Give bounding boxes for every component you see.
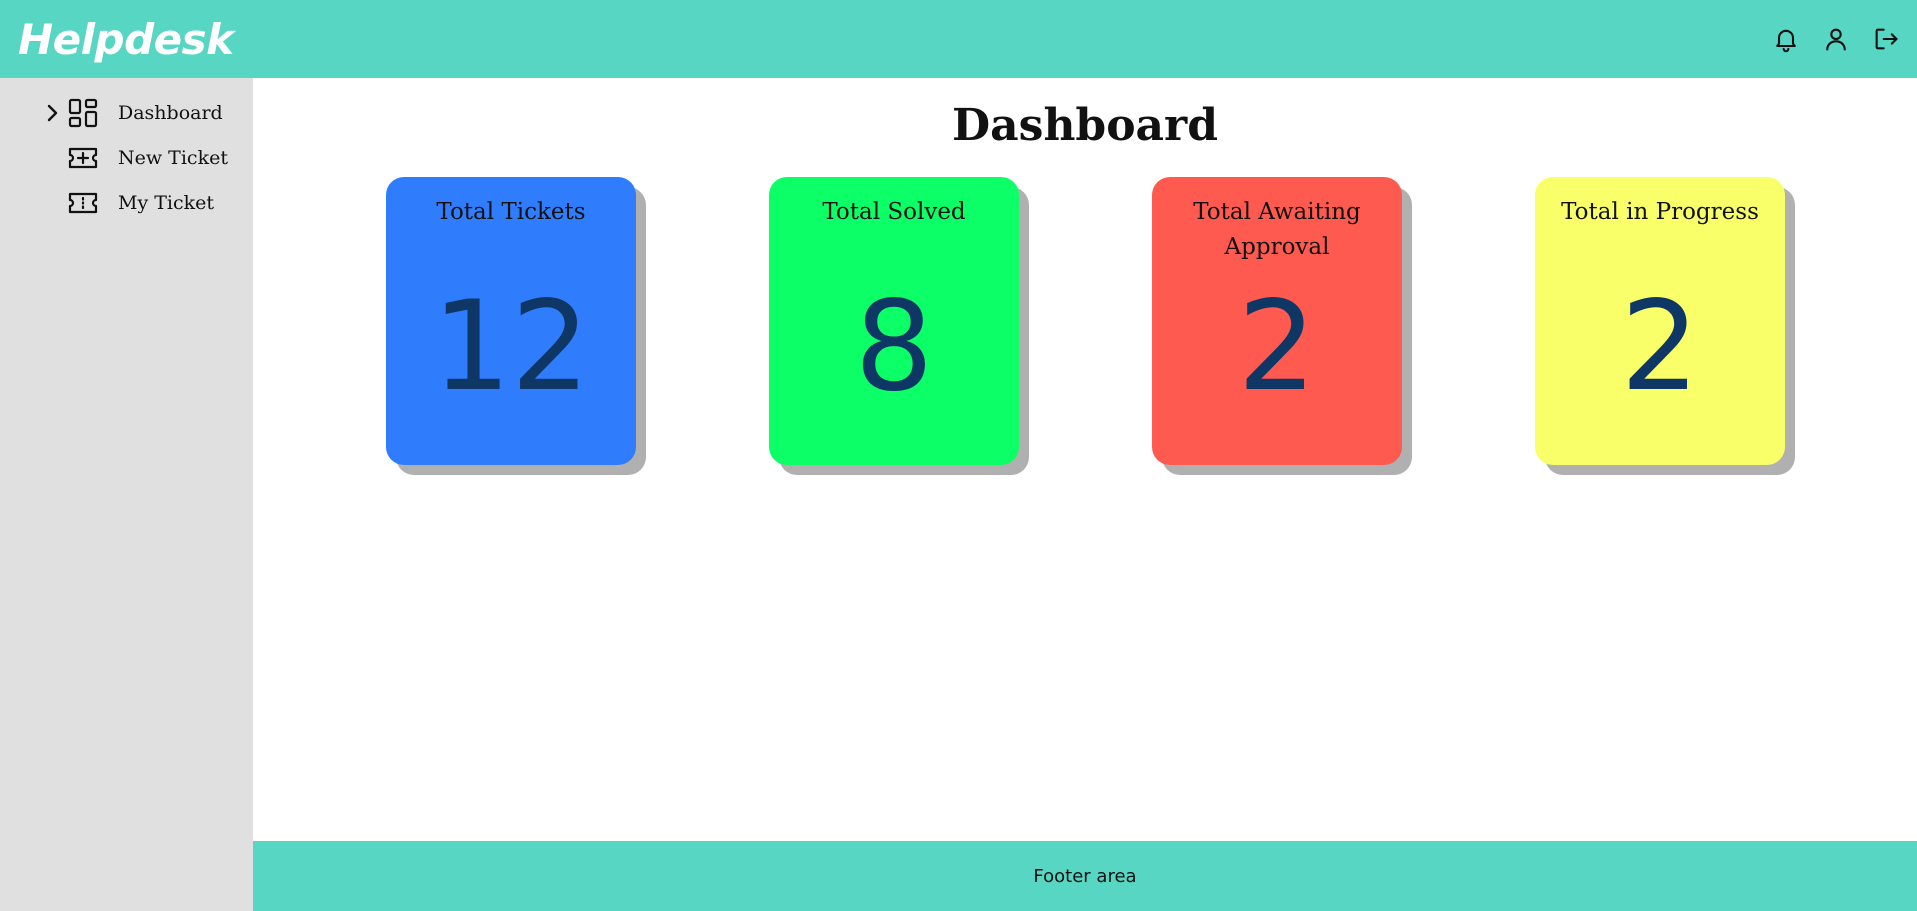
footer-text: Footer area — [1033, 865, 1137, 887]
ticket-icon — [68, 192, 98, 214]
top-navbar: Helpdesk — [0, 0, 1917, 78]
user-icon[interactable] — [1821, 24, 1851, 54]
sidebar: Dashboard New Ticket My Ticket — [0, 78, 253, 911]
card-title: Total Tickets — [436, 199, 586, 225]
card-title: Total in Progress — [1561, 199, 1759, 225]
card-value: 2 — [1620, 275, 1700, 419]
total-solved-card[interactable]: Total Solved 8 — [769, 177, 1019, 465]
chevron-right-icon — [47, 104, 58, 122]
footer: Footer area — [253, 841, 1917, 911]
sidebar-item-label: My Ticket — [118, 192, 215, 214]
total-in-progress-card[interactable]: Total in Progress 2 — [1535, 177, 1785, 465]
sidebar-item-dashboard[interactable]: Dashboard — [0, 93, 253, 133]
sidebar-item-label: Dashboard — [118, 102, 223, 124]
sidebar-item-new-ticket[interactable]: New Ticket — [0, 138, 253, 178]
card-title: Total Awaiting Approval — [1193, 199, 1361, 260]
header-actions — [1771, 24, 1917, 54]
total-awaiting-approval-card[interactable]: Total Awaiting Approval 2 — [1152, 177, 1402, 465]
card-value: 2 — [1237, 275, 1317, 419]
card-value: 12 — [432, 275, 590, 419]
card-value: 8 — [854, 275, 934, 419]
sidebar-item-my-ticket[interactable]: My Ticket — [0, 183, 253, 223]
total-tickets-card[interactable]: Total Tickets 12 — [386, 177, 636, 465]
main-content: Dashboard Total Tickets 12 Total Solved … — [253, 78, 1917, 841]
ticket-plus-icon — [68, 147, 98, 169]
brand-logo[interactable]: Helpdesk — [0, 15, 234, 64]
logout-icon[interactable] — [1871, 24, 1901, 54]
dashboard-grid-icon — [68, 98, 98, 128]
page-title: Dashboard — [952, 100, 1218, 151]
bell-icon[interactable] — [1771, 24, 1801, 54]
card-title: Total Solved — [822, 199, 966, 225]
sidebar-item-label: New Ticket — [118, 147, 228, 169]
